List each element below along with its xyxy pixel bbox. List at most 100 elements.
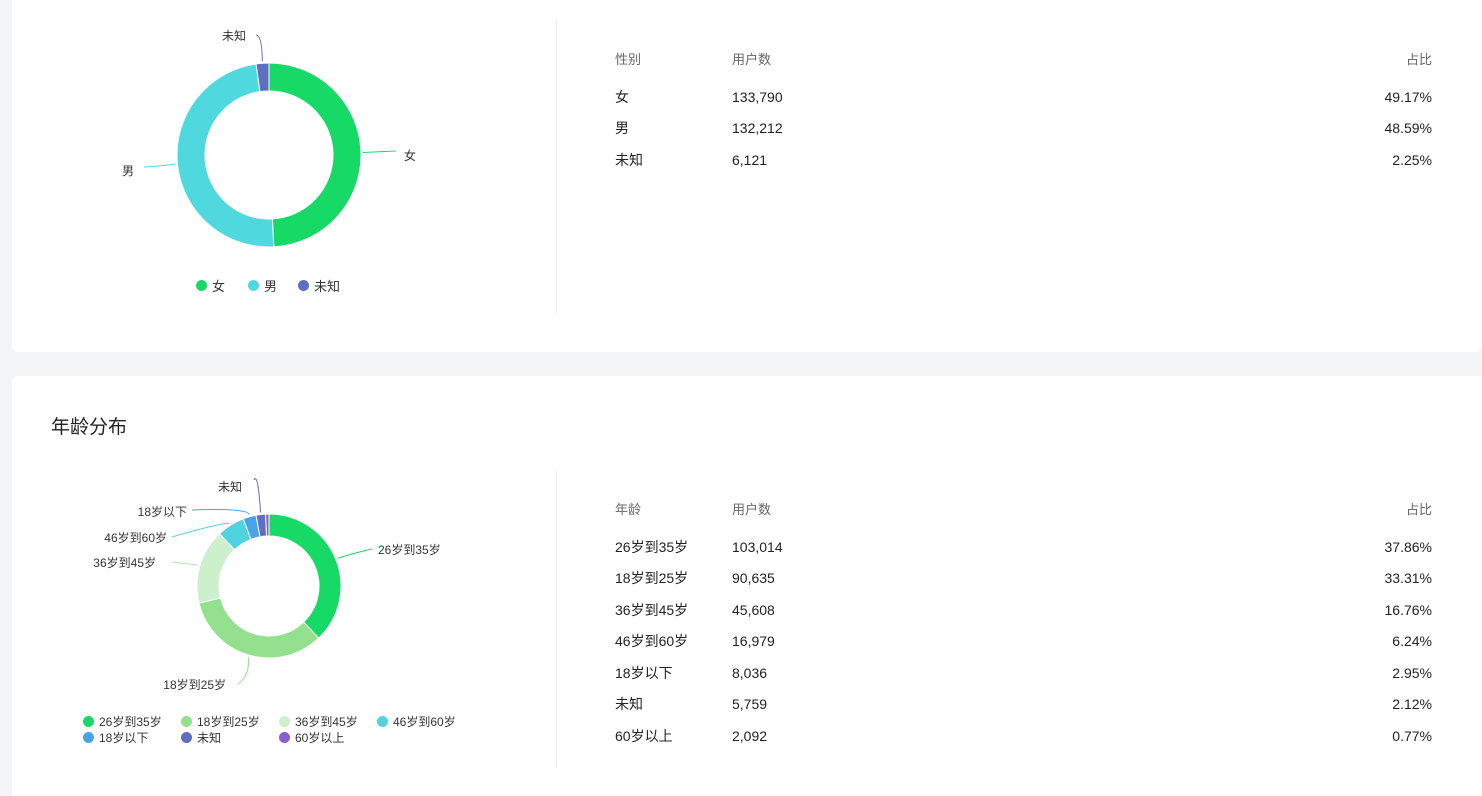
label-leader-line [362, 150, 397, 154]
row-category: 男 [615, 120, 629, 137]
label-leader-line [337, 548, 373, 559]
age-card: 年龄分布 26岁到35岁 18岁到25岁 36岁到45岁 46岁到60岁 18岁以下 未知… [12, 376, 1482, 796]
row-users: 132,212 [732, 120, 783, 137]
slice-label: 18岁到25岁 [163, 677, 226, 692]
legend-item-36-45[interactable]: 36岁到45岁 [279, 713, 358, 730]
legend-swatch [83, 732, 94, 743]
slice-label: 18岁以下 [138, 504, 187, 519]
row-ratio: 33.31% [1384, 570, 1432, 587]
age-table-body: 26岁到35岁 103,014 37.86% 18岁到25岁 90,635 33.31% 3… [615, 531, 1432, 752]
table-row: 男 132,212 48.59% [615, 113, 1432, 145]
legend-swatch [196, 280, 207, 291]
gender-card: 女男未知 女 男 未知 性别 用户数 占比 女 133,790 49.17% 男 132… [12, 0, 1482, 352]
table-row: 60岁以上 2,092 0.77% [615, 720, 1432, 752]
row-category: 未知 [615, 696, 643, 713]
legend-swatch [248, 280, 259, 291]
label-leader-line [143, 163, 176, 168]
table-header-row: 年龄 用户数 占比 [615, 486, 1432, 531]
label-leader-line [255, 34, 263, 62]
row-users: 5,759 [732, 696, 768, 713]
label-leader-line [237, 657, 250, 685]
row-ratio: 16.76% [1384, 601, 1432, 618]
age-table: 年龄 用户数 占比 26岁到35岁 103,014 37.86% 18岁到25岁 90,… [615, 486, 1432, 752]
slice-label: 男 [122, 164, 134, 178]
legend-item-46-60[interactable]: 46岁到60岁 [377, 713, 456, 730]
legend-label: 18岁以下 [99, 731, 149, 745]
donut-slice[interactable] [268, 62, 362, 248]
row-ratio: 0.77% [1392, 727, 1432, 744]
legend-swatch [279, 716, 290, 727]
legend-label: 36岁到45岁 [295, 715, 358, 729]
table-row: 未知 5,759 2.12% [615, 689, 1432, 721]
age-donut-chart: 26岁到35岁 18岁到25岁 36岁到45岁 46岁到60岁 18岁以下 未知 [93, 478, 441, 692]
row-category: 46岁到60岁 [615, 633, 689, 650]
row-ratio: 48.59% [1384, 120, 1432, 137]
table-row: 18岁以下 8,036 2.95% [615, 657, 1432, 689]
column-header-gender: 性别 [615, 52, 642, 67]
gender-table-body: 女 133,790 49.17% 男 132,212 48.59% 未知 6,121 2.25% [615, 81, 1432, 176]
row-category: 26岁到35岁 [615, 538, 689, 555]
legend-item-female[interactable]: 女 [196, 276, 225, 295]
column-header-age: 年龄 [615, 502, 642, 517]
row-users: 16,979 [732, 633, 775, 650]
legend-label: 男 [264, 279, 278, 294]
legend-label: 女 [212, 279, 226, 294]
legend-item-over-60[interactable]: 60岁以上 [279, 729, 344, 746]
slice-label: 未知 [222, 29, 246, 43]
legend-swatch [83, 716, 94, 727]
column-header-users: 用户数 [732, 52, 772, 67]
legend-item-male[interactable]: 男 [248, 276, 277, 295]
legend-item-18-25[interactable]: 18岁到25岁 [181, 713, 260, 730]
table-row: 46岁到60岁 16,979 6.24% [615, 626, 1432, 658]
legend-swatch [181, 716, 192, 727]
legend-swatch [298, 280, 309, 291]
table-row: 女 133,790 49.17% [615, 81, 1432, 113]
legend-label: 26岁到35岁 [99, 715, 162, 729]
label-leader-line [191, 509, 250, 515]
legend-label: 46岁到60岁 [393, 715, 456, 729]
table-row: 36岁到45岁 45,608 16.76% [615, 594, 1432, 626]
row-users: 8,036 [732, 664, 768, 681]
row-category: 18岁以下 [615, 664, 673, 681]
row-users: 2,092 [732, 727, 768, 744]
column-header-ratio: 占比 [1405, 502, 1432, 517]
row-ratio: 2.12% [1392, 696, 1432, 713]
legend-item-unknown[interactable]: 未知 [298, 276, 340, 295]
slice-label: 未知 [218, 480, 242, 494]
label-leader-line [253, 478, 262, 513]
row-users: 103,014 [732, 538, 783, 555]
donut-slice[interactable] [265, 513, 270, 537]
legend-item-under-18[interactable]: 18岁以下 [83, 729, 148, 746]
row-ratio: 2.95% [1392, 664, 1432, 681]
gender-donut-chart: 女男 未知 [122, 29, 416, 248]
vertical-divider [556, 20, 557, 313]
row-users: 90,635 [732, 570, 775, 587]
donut-slice[interactable] [176, 63, 275, 248]
row-ratio: 49.17% [1384, 88, 1432, 105]
legend-swatch [181, 732, 192, 743]
row-users: 6,121 [732, 151, 768, 168]
row-category: 36岁到45岁 [615, 601, 689, 618]
legend-item-26-35[interactable]: 26岁到35岁 [83, 713, 162, 730]
legend-item-unknown[interactable]: 未知 [181, 729, 221, 746]
column-header-ratio: 占比 [1405, 52, 1432, 67]
row-ratio: 2.25% [1392, 151, 1432, 168]
column-header-users: 用户数 [732, 502, 772, 517]
row-ratio: 6.24% [1392, 633, 1432, 650]
slice-label: 26岁到35岁 [378, 542, 441, 557]
table-header-row: 性别 用户数 占比 [615, 36, 1432, 81]
row-category: 未知 [615, 151, 643, 168]
slice-label: 36岁到45岁 [93, 555, 156, 570]
legend-label: 未知 [314, 279, 341, 294]
donut-slice[interactable] [268, 513, 342, 639]
row-category: 女 [615, 88, 629, 105]
gender-table: 性别 用户数 占比 女 133,790 49.17% 男 132,212 48.59% 未知… [615, 36, 1432, 176]
label-leader-line [171, 561, 199, 566]
vertical-divider [556, 471, 557, 766]
table-row: 18岁到25岁 90,635 33.31% [615, 563, 1432, 595]
legend-swatch [279, 732, 290, 743]
legend-swatch [377, 716, 388, 727]
row-users: 45,608 [732, 601, 775, 618]
donut-slice[interactable] [198, 597, 320, 659]
table-row: 26岁到35岁 103,014 37.86% [615, 531, 1432, 563]
